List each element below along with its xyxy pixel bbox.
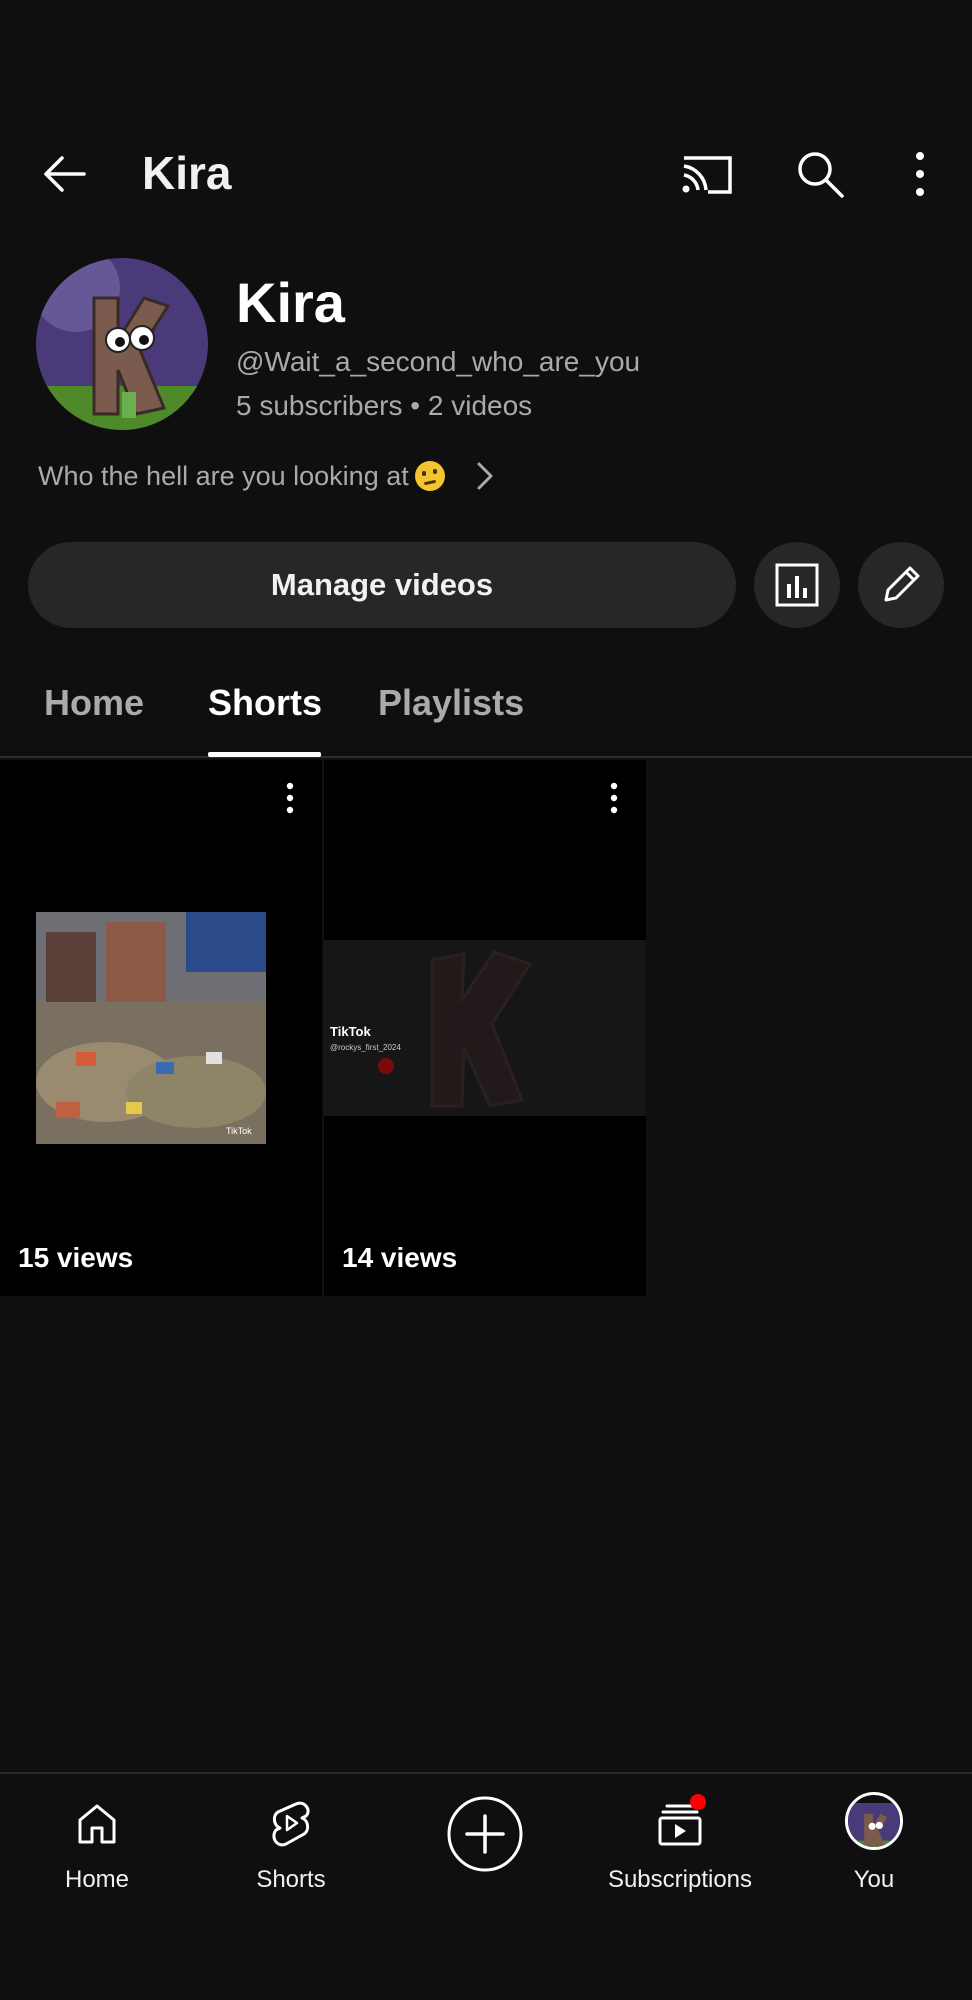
short-views: 14 views [342,1242,458,1273]
analytics-button[interactable] [754,542,840,628]
more-vert-icon[interactable] [890,144,950,204]
arrow-back-icon[interactable] [36,144,96,204]
chevron-right-icon [477,462,493,490]
notification-dot [690,1794,706,1810]
channel-description: Who the hell are you looking at [38,460,409,491]
tab-playlists[interactable]: Playlists [378,682,524,724]
search-icon[interactable] [790,144,850,204]
more-vert-icon[interactable] [594,778,634,818]
top-app-bar: Kira [0,130,972,218]
create-plus-icon [447,1796,523,1872]
raised-eyebrow-emoji-icon [414,461,445,491]
active-tab-indicator [208,752,321,757]
channel-stats: 5 subscribers • 2 videos [236,390,533,421]
short-card[interactable]: TikTok @rockys_first_2024 14 views [324,760,646,1296]
bottom-navigation: Home Shorts Subscriptions You [0,1772,972,2000]
manage-videos-label: Manage videos [270,567,494,602]
nav-subscriptions[interactable]: Subscriptions [583,1790,777,1900]
nav-you-label: You [853,1866,895,1893]
analytics-icon [775,563,819,607]
more-vert-icon[interactable] [270,778,310,818]
channel-handle: @Wait_a_second_who_are_you [236,346,641,377]
channel-description-row[interactable]: Who the hell are you looking at [38,456,499,496]
short-card[interactable]: TikTok 15 views [0,760,322,1296]
avatar [845,1792,903,1850]
channel-name: Kira [236,271,345,334]
cast-icon[interactable] [676,144,736,204]
short-views: 15 views [18,1242,134,1273]
nav-create[interactable] [388,1790,582,1900]
tiktok-watermark: TikTok [226,1126,252,1136]
nav-subscriptions-label: Subscriptions [607,1866,753,1893]
tab-home[interactable]: Home [44,682,144,724]
nav-shorts[interactable]: Shorts [194,1790,388,1900]
page-title: Kira [142,147,232,199]
nav-home-label: Home [64,1866,130,1893]
tab-shorts[interactable]: Shorts [208,682,322,724]
edit-channel-button[interactable] [858,542,944,628]
channel-header: Kira @Wait_a_second_who_are_you 5 subscr… [0,256,972,436]
shorts-grid: TikTok 15 views TikTok @rockys_first_202… [0,760,972,1296]
nav-you[interactable]: You [777,1790,971,1900]
nav-home[interactable]: Home [0,1790,194,1900]
short-thumbnail: TikTok [36,912,266,1144]
home-icon [78,1804,116,1844]
manage-videos-button[interactable]: Manage videos [28,542,736,628]
nav-shorts-label: Shorts [256,1866,326,1893]
channel-avatar[interactable] [36,258,208,430]
pencil-icon [884,566,920,602]
shorts-icon [272,1801,310,1847]
tiktok-watermark: TikTok [330,1024,371,1039]
short-thumbnail: TikTok @rockys_first_2024 [324,940,646,1116]
channel-tabs: Home Shorts Playlists [0,670,972,758]
tiktok-watermark-user: @rockys_first_2024 [330,1043,401,1052]
